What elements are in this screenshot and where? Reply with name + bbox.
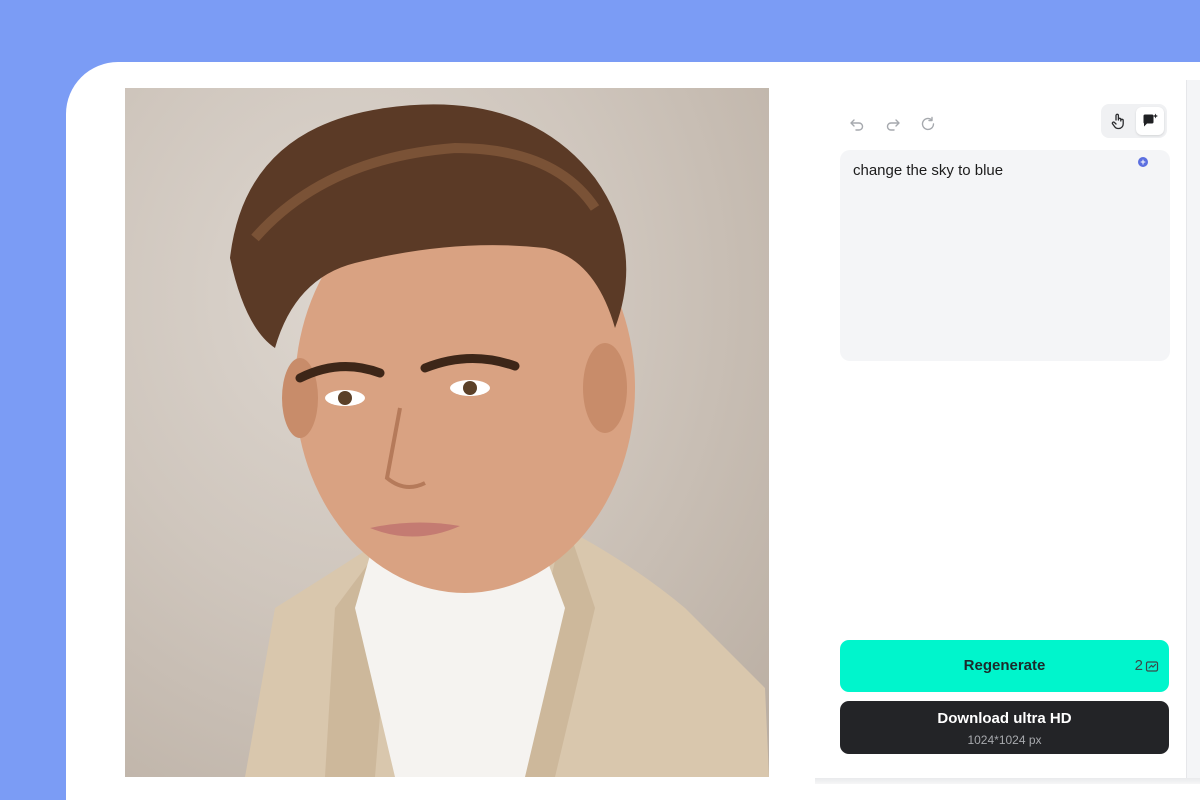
select-mode-button[interactable] [1104, 107, 1132, 135]
chat-sparkle-icon [1143, 113, 1158, 127]
refresh-icon [921, 116, 935, 131]
edited-photo [125, 88, 769, 777]
credit-count: 2 [1134, 657, 1143, 674]
redo-icon [886, 119, 900, 131]
reset-button[interactable] [916, 112, 940, 136]
download-resolution: 1024*1024 px [967, 733, 1042, 747]
regenerate-button[interactable]: Regenerate 2 [840, 640, 1169, 692]
panel-divider [815, 778, 1200, 784]
credit-cost: 2 [1135, 657, 1159, 674]
edit-toolbar [845, 104, 1170, 138]
panel-edge [1186, 80, 1200, 780]
portrait-illustration [230, 104, 769, 777]
chat-edit-mode-button[interactable] [1136, 107, 1164, 135]
redo-button[interactable] [881, 112, 905, 136]
download-button[interactable]: Download ultra HD 1024*1024 px [840, 701, 1169, 754]
credit-icon [1145, 660, 1159, 672]
undo-icon [850, 119, 864, 131]
prompt-text[interactable]: change the sky to blue [853, 161, 1133, 181]
prompt-input[interactable]: change the sky to blue + [840, 150, 1170, 361]
regenerate-label: Regenerate [963, 657, 1046, 674]
download-label: Download ultra HD [937, 710, 1072, 727]
undo-button[interactable] [845, 112, 869, 136]
add-marker-icon[interactable]: + [1138, 157, 1148, 167]
hand-pointer-icon [1111, 113, 1124, 130]
mode-switcher [1101, 104, 1167, 138]
